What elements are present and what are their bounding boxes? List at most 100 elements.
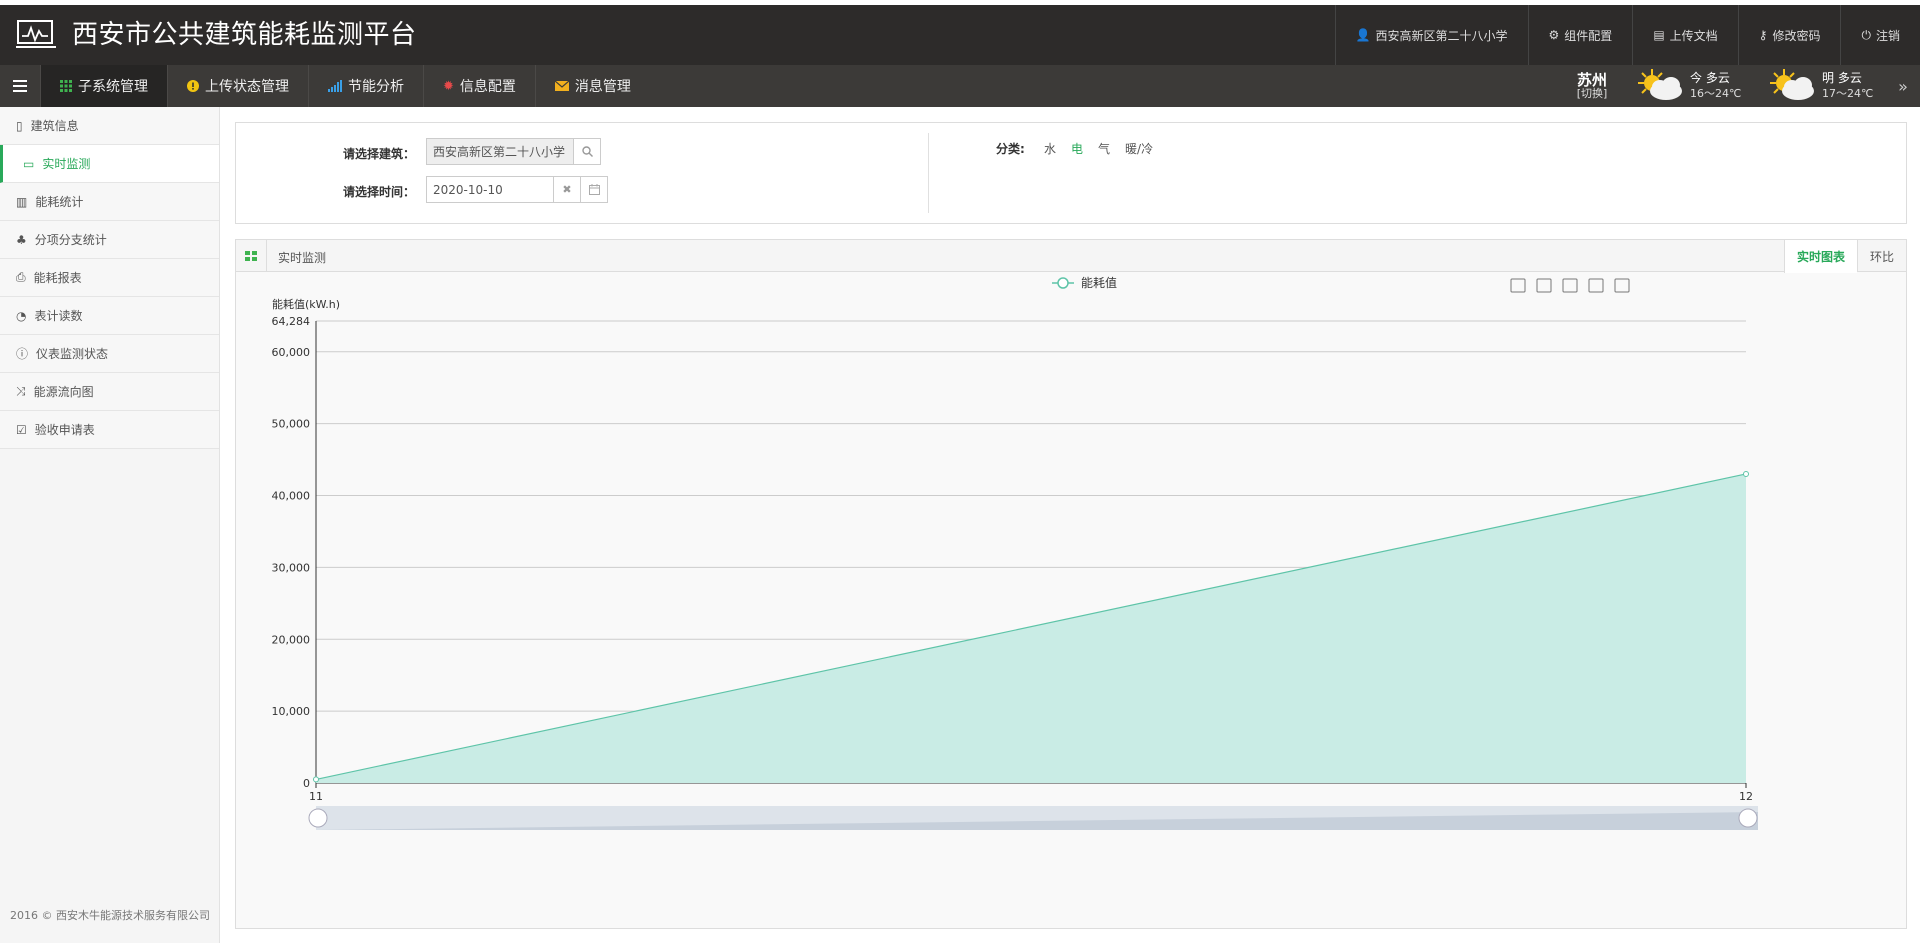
- sidebar-item-acceptance-form[interactable]: ☑ 验收申请表: [0, 411, 219, 449]
- y-tick-label: 0: [303, 777, 310, 790]
- restore-icon[interactable]: [1588, 278, 1604, 293]
- building-search-button[interactable]: [573, 138, 601, 165]
- key-icon: ⚷: [1758, 28, 1768, 42]
- line-chart-icon[interactable]: [1536, 278, 1552, 293]
- topnav-password-label: 修改密码: [1772, 28, 1821, 43]
- menu-toggle-button[interactable]: [0, 65, 40, 107]
- nav-info-config[interactable]: ✹ 信息配置: [423, 65, 535, 107]
- copyright-footer: 2016 © 西安木牛能源技术服务有限公司: [10, 909, 210, 922]
- y-tick-label: 10,000: [272, 705, 311, 718]
- datazoom-right-handle[interactable]: [1738, 808, 1758, 828]
- topnav-logout[interactable]: ⏻ 注销: [1840, 5, 1920, 65]
- sun-cloud-icon: [1638, 69, 1682, 100]
- info-icon: ⓘ: [16, 347, 29, 361]
- x-tick-label: 12: [1739, 790, 1753, 803]
- weather-city: 苏州 [切换]: [1562, 72, 1622, 101]
- book-icon: ▤: [1653, 28, 1665, 42]
- nav-message-label: 消息管理: [574, 79, 631, 95]
- filter-divider: [928, 133, 929, 213]
- nav-items: 子系统管理 上传状态管理 节能分析 ✹ 信息配置 消息管理: [40, 65, 650, 107]
- sidebar-item-energy-stats[interactable]: ▥ 能耗统计: [0, 183, 219, 221]
- building-select-input[interactable]: 西安高新区第二十八小学: [426, 138, 574, 165]
- shuffle-icon: ⤨: [16, 384, 26, 398]
- sidebar-item-building-info[interactable]: ▯ 建筑信息: [0, 107, 219, 145]
- city-name: 苏州: [1576, 70, 1607, 89]
- panel-title: 实时监测: [278, 251, 327, 265]
- sidebar-item-realtime-monitor[interactable]: ▭ 实时监测: [0, 145, 219, 183]
- download-icon[interactable]: [1614, 278, 1630, 293]
- tomorrow-temp: 17～24℃: [1822, 86, 1874, 100]
- clear-date-button[interactable]: ✖: [553, 176, 581, 203]
- y-tick-label: 60,000: [272, 346, 311, 359]
- main-nav-bar: 子系统管理 上传状态管理 节能分析 ✹ 信息配置 消息管理 苏州 [切换] 今 …: [0, 65, 1920, 107]
- calendar-button[interactable]: [580, 176, 608, 203]
- dashboard-icon: ◔: [16, 308, 27, 323]
- topnav-upload-doc[interactable]: ▤ 上传文档: [1632, 5, 1737, 65]
- datazoom-left-handle[interactable]: [308, 808, 328, 828]
- sidebar-item-sub-stats[interactable]: ♣ 分项分支统计: [0, 221, 219, 259]
- app-title: 西安市公共建筑能耗监测平台: [72, 20, 417, 50]
- y-tick-label: 40,000: [272, 490, 311, 503]
- envelope-icon: [554, 81, 569, 91]
- nav-subsystem[interactable]: 子系统管理: [40, 65, 167, 107]
- hamburger-icon: [13, 80, 27, 92]
- data-point[interactable]: [313, 776, 319, 783]
- sidebar-item-energy-flow[interactable]: ⤨ 能源流向图: [0, 373, 219, 411]
- y-tick-label: 50,000: [272, 418, 311, 431]
- y-tick-label: 64,284: [272, 315, 311, 328]
- category-heating-cooling[interactable]: 暖/冷: [1125, 140, 1153, 157]
- data-point[interactable]: [1743, 470, 1749, 477]
- sidebar-item-label: 能源流向图: [33, 385, 94, 399]
- sidebar-item-label: 分项分支统计: [34, 233, 107, 247]
- laptop-icon: ▭: [23, 156, 35, 171]
- top-nav: 👤 西安高新区第二十八小学 ⚙ 组件配置 ▤ 上传文档 ⚷ 修改密码 ⏻ 注销: [1334, 5, 1920, 65]
- nav-energy-analysis[interactable]: 节能分析: [308, 65, 423, 107]
- category-gas[interactable]: 气: [1098, 140, 1110, 157]
- topnav-change-password[interactable]: ⚷ 修改密码: [1737, 5, 1841, 65]
- y-tick-label: 20,000: [272, 633, 311, 646]
- top-header: 西安市公共建筑能耗监测平台 👤 西安高新区第二十八小学 ⚙ 组件配置 ▤ 上传文…: [0, 5, 1920, 65]
- user-icon: 👤: [1355, 28, 1371, 42]
- grid-icon: [236, 240, 267, 271]
- today-weather: 今 多云: [1690, 71, 1730, 86]
- sidebar-item-label: 能耗统计: [35, 195, 84, 209]
- legend-marker: [1057, 277, 1069, 289]
- sidebar-item-meter-reading[interactable]: ◔ 表计读数: [0, 297, 219, 335]
- panel-header: 实时监测 实时图表 环比: [236, 240, 1906, 273]
- power-icon: ⏻: [1861, 27, 1871, 42]
- category-water[interactable]: 水: [1044, 140, 1056, 157]
- topnav-building-label: 西安高新区第二十八小学: [1375, 28, 1508, 43]
- grid-icon: [60, 80, 72, 92]
- date-input[interactable]: 2020-10-10: [426, 176, 554, 203]
- y-axis-label: 能耗值(kW.h): [272, 297, 340, 311]
- city-switch-link[interactable]: [切换]: [1562, 88, 1622, 100]
- topnav-building[interactable]: 👤 西安高新区第二十八小学: [1334, 5, 1528, 65]
- sidebar-item-label: 能耗报表: [33, 271, 82, 285]
- nav-subsystem-label: 子系统管理: [78, 79, 148, 95]
- category-electric[interactable]: 电: [1071, 140, 1083, 157]
- bar-chart-icon[interactable]: [1562, 278, 1578, 293]
- topnav-component-config[interactable]: ⚙ 组件配置: [1527, 5, 1633, 65]
- nav-message[interactable]: 消息管理: [534, 65, 650, 107]
- time-select-label: 请选择时间：: [343, 185, 416, 199]
- weather-today: 今 多云 16～24℃: [1634, 67, 1754, 105]
- sidebar-item-label: 表计读数: [34, 309, 83, 323]
- sidebar-item-energy-report[interactable]: ⎙ 能耗报表: [0, 259, 219, 297]
- weather-more-button[interactable]: »: [1886, 77, 1920, 96]
- sidebar: ▯ 建筑信息 ▭ 实时监测 ▥ 能耗统计 ♣ 分项分支统计 ⎙ 能耗报表 ◔ 表…: [0, 107, 220, 943]
- data-view-icon[interactable]: [1510, 278, 1526, 293]
- tab-period-compare[interactable]: 环比: [1856, 240, 1906, 272]
- nav-upload-status[interactable]: 上传状态管理: [167, 65, 308, 107]
- panel-tabs: 实时图表 环比: [1783, 240, 1906, 273]
- nav-info-config-label: 信息配置: [459, 79, 516, 95]
- cog-icon: ✹: [443, 78, 454, 94]
- sidebar-item-label: 实时监测: [42, 157, 91, 171]
- sidebar-item-label: 仪表监测状态: [36, 347, 109, 361]
- building-select-label: 请选择建筑：: [343, 147, 416, 161]
- tab-realtime-chart[interactable]: 实时图表: [1783, 240, 1857, 273]
- today-temp: 16～24℃: [1690, 86, 1742, 100]
- legend-label[interactable]: 能耗值: [1081, 275, 1117, 290]
- sitemap-icon: ♣: [16, 232, 27, 247]
- sidebar-item-meter-status[interactable]: ⓘ 仪表监测状态: [0, 335, 219, 373]
- alert-icon: [187, 80, 199, 92]
